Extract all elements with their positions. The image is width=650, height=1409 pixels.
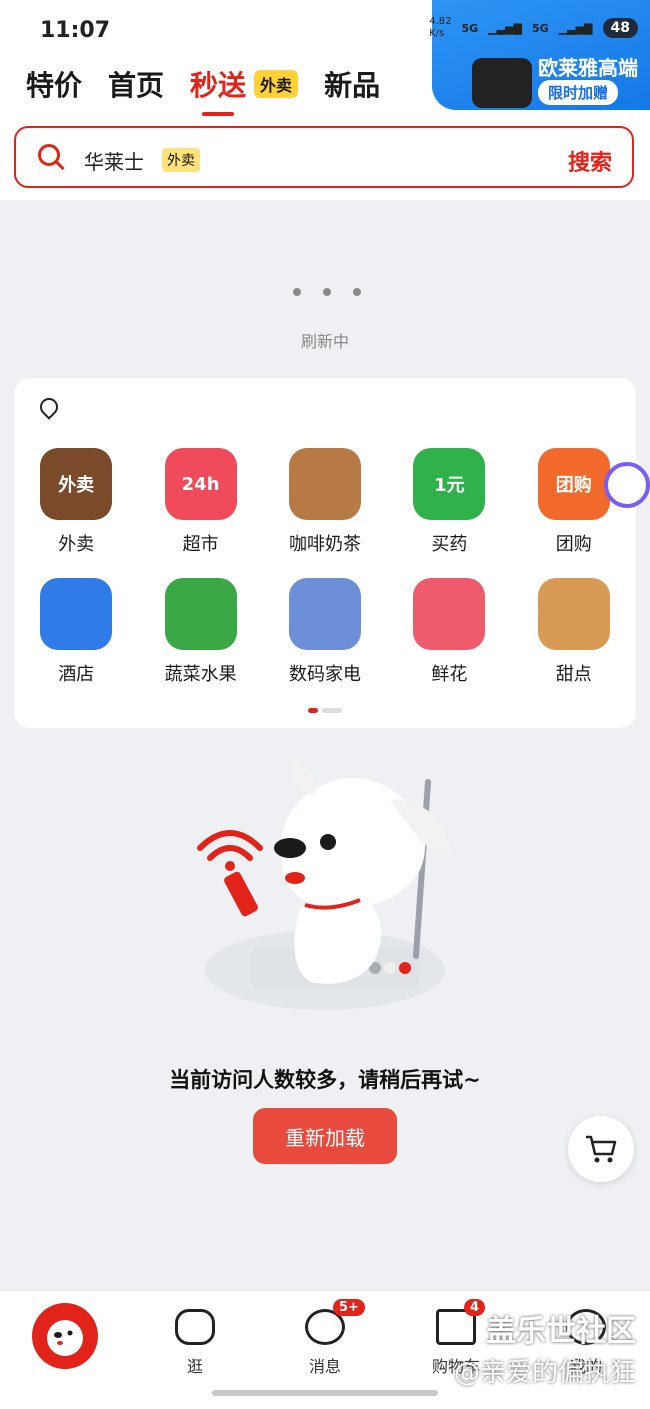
vegetable-icon [164,578,237,650]
tab-2[interactable]: 秒送 [190,64,246,116]
service-item[interactable]: 蔬菜水果 [138,578,262,686]
tab-1[interactable]: 首页 [108,64,164,104]
jd-home-icon[interactable] [32,1303,98,1369]
floating-ring-icon[interactable] [604,462,650,508]
services-card: 外卖 外卖 24h 超市 咖啡奶茶 1元 买药 团购 团购 酒店 蔬菜水果 数码家电 鲜花 甜点 [14,378,636,728]
jd-dog-mascot-illustration [197,760,452,1010]
message-badge: 5+ [333,1299,365,1316]
search-tag: 外卖 [162,148,200,172]
network-type-2: 5G [531,21,549,35]
loading-dot [323,288,331,296]
nav-browse[interactable]: 逛 [145,1309,245,1377]
jd-dog-face-icon [47,1320,83,1356]
service-label: 咖啡奶茶 [288,534,361,555]
service-label: 酒店 [58,664,95,685]
service-item[interactable]: 鲜花 [387,578,511,686]
watermark-author: @亲爱的偏执狂 [453,1358,636,1388]
promo-product-image [472,58,532,108]
floating-cart-button[interactable] [568,1116,634,1182]
hotel-building-icon [40,578,113,650]
service-item[interactable]: 酒店 [14,578,138,686]
nav-label: 逛 [186,1357,203,1376]
loading-dot [293,288,301,296]
signal-icon: ▁▃▅▇ [488,21,522,35]
tab-badge: 外卖 [254,70,299,98]
service-label: 外卖 [58,534,95,555]
service-item[interactable]: 24h 超市 [138,448,262,556]
phone-fan-icon [288,578,361,650]
promo-banner[interactable]: 欧莱雅高端 限时加赠 4.82 K/s 5G ▁▃▅▇ 5G ▁▃▅▇ 48 [429,0,650,110]
network-speed: 4.82 K/s [429,16,452,39]
location-pin-icon[interactable] [36,394,62,420]
medicine-box-icon: 1元 [413,448,486,520]
service-label: 数码家电 [288,664,361,685]
reload-button[interactable]: 重新加载 [253,1108,397,1164]
promo-title: 欧莱雅高端 [538,56,638,80]
tab-3[interactable]: 新品 [324,64,380,104]
status-indicators: 4.82 K/s 5G ▁▃▅▇ 5G ▁▃▅▇ 48 [429,16,638,40]
nav-label: 消息 [308,1357,341,1376]
service-label: 买药 [431,534,468,555]
search-bar[interactable]: 华莱士 外卖 搜索 [14,126,634,188]
service-label: 蔬菜水果 [164,664,237,685]
cart-icon [586,1135,617,1163]
loading-dot [353,288,361,296]
service-item[interactable]: 数码家电 [263,578,387,686]
signal-icon-2: ▁▃▅▇ [558,21,593,35]
cake-icon [537,578,610,650]
service-label: 超市 [182,534,219,555]
tab-0[interactable]: 特价 [26,64,82,104]
service-item[interactable]: 1元买药 [387,448,511,556]
service-label: 团购 [555,534,592,555]
service-label: 甜点 [555,664,592,685]
search-icon [38,144,60,166]
service-label: 鲜花 [431,664,468,685]
takeout-bag-icon: 外卖 [40,448,113,520]
group-buy-ticket-icon: 团购 [537,448,610,520]
promo-pill: 限时加赠 [537,80,618,105]
services-grid: 外卖 外卖 24h 超市 咖啡奶茶 1元 买药 团购 团购 酒店 蔬菜水果 数码家电 鲜花 甜点 [14,448,636,686]
home-indicator[interactable] [212,1390,438,1396]
loading-dots [293,288,361,296]
service-item[interactable]: 甜点 [512,578,636,686]
service-item[interactable]: 外卖 外卖 [14,448,138,556]
coffee-cup-icon [288,448,361,520]
search-button[interactable]: 搜索 [568,145,612,177]
battery-level: 48 [602,18,638,38]
browse-icon [175,1309,215,1345]
page-dot-active [308,708,318,713]
error-message: 当前访问人数较多，请稍后再试~ [169,1068,481,1092]
rose-icon [413,578,486,650]
service-item[interactable]: 咖啡奶茶 [263,448,387,556]
cart-badge: 4 [464,1299,486,1316]
nav-messages[interactable]: 5+ 消息 [275,1299,375,1377]
search-input[interactable]: 华莱士 [84,146,144,175]
network-type-1: 5G [461,21,479,35]
page-dot [322,708,342,713]
refresh-status: 刷新中 [300,332,349,351]
page-indicator [308,708,342,713]
top-tabs: 特价 首页 秒送 外卖 新品 [26,64,380,116]
watermark-title: 盖乐世社区 [486,1314,636,1349]
supermarket-icon: 24h [164,448,237,520]
status-time: 11:07 [40,18,111,43]
